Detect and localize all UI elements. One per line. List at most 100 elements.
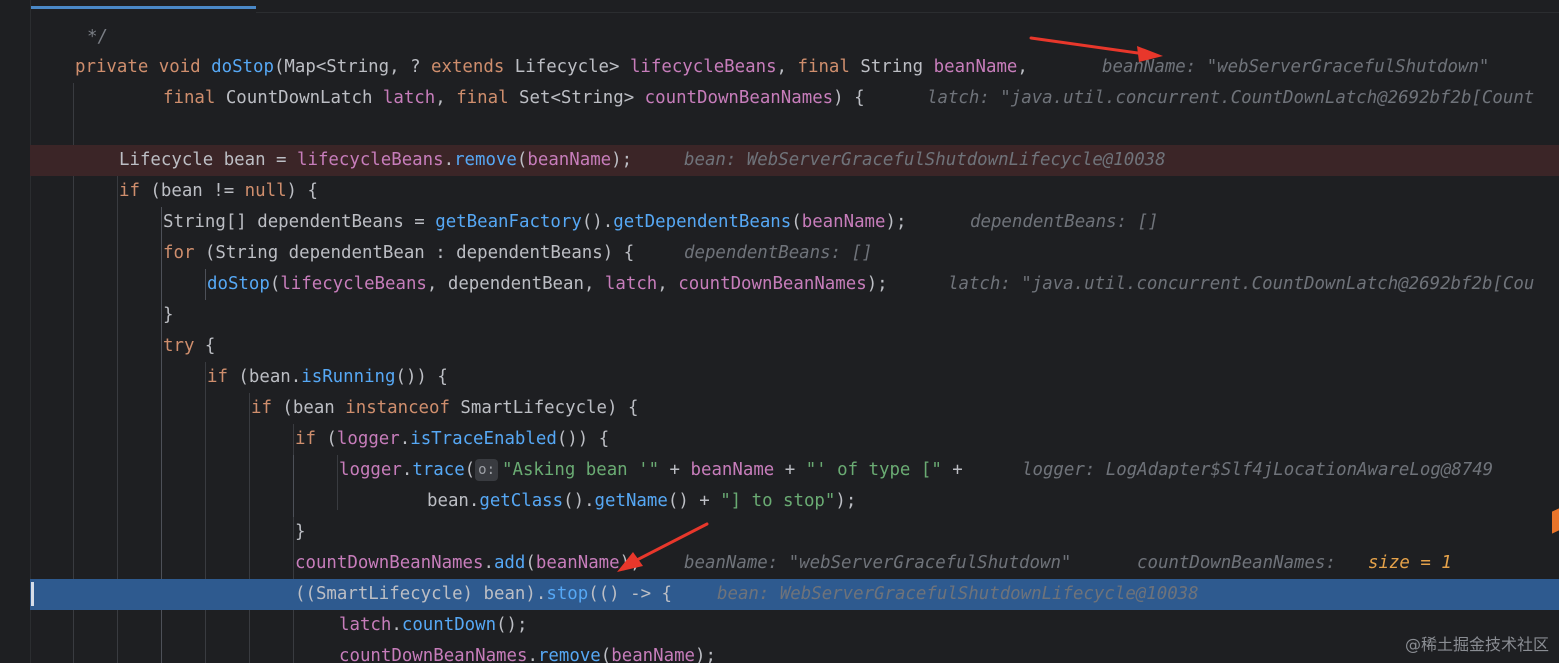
code-token: ( [516, 150, 528, 170]
code-text[interactable]: bean.getClass().getName() + "] to stop")… [427, 486, 856, 517]
code-token: remove [454, 150, 517, 170]
code-token: } [163, 305, 174, 325]
code-token: + [774, 460, 806, 480]
code-text[interactable]: if (bean instanceof SmartLifecycle) { [251, 393, 638, 424]
code-token: for [163, 243, 205, 263]
scrollbar-error-marker[interactable] [1552, 508, 1559, 534]
code-token: beanName [801, 212, 886, 232]
code-token: if [207, 367, 239, 387]
code-text[interactable]: doStop(lifecycleBeans, dependentBean, la… [207, 269, 888, 300]
inline-debug-value: bean: WebServerGracefulShutdownLifecycle… [684, 150, 1166, 170]
code-text[interactable]: */ [87, 22, 108, 53]
inline-debug-value: beanName: "webServerGracefulShutdown" [684, 553, 1072, 573]
code-line[interactable]: doStop(lifecycleBeans, dependentBean, la… [30, 269, 1559, 300]
code-token: (bean != [150, 181, 245, 201]
code-token: lifecycleBeans [297, 150, 444, 170]
code-text[interactable]: countDownBeanNames.add(beanName); [295, 548, 641, 579]
code-line[interactable]: countDownBeanNames.add(beanName); beanNam… [30, 548, 1559, 579]
code-token: ); [611, 150, 633, 170]
code-line-breakpoint[interactable]: Lifecycle bean = lifecycleBeans.remove(b… [30, 145, 1559, 176]
code-token: try [163, 336, 205, 356]
code-line[interactable]: */ [30, 22, 1559, 53]
code-token: ()) { [395, 367, 448, 387]
inline-debug-size: size = 1 [1368, 553, 1452, 573]
code-token: beanName [690, 460, 775, 480]
code-token: (String dependentBean : dependentBeans) … [204, 243, 635, 263]
code-token: lifecycleBeans [629, 57, 777, 77]
line-gutter[interactable] [0, 0, 31, 663]
code-line[interactable]: private void doStop(Map<String, ? extend… [30, 52, 1559, 83]
code-editor[interactable]: */private void doStop(Map<String, ? exte… [0, 0, 1559, 663]
red-arrow-annotation-top [1029, 36, 1163, 62]
code-token: isRunning [301, 367, 396, 387]
code-token: trace [412, 460, 465, 480]
code-line[interactable]: try { [30, 331, 1559, 362]
code-token: countDownBeanNames [295, 553, 484, 573]
code-text[interactable]: latch.countDown(); [339, 610, 528, 641]
code-line[interactable]: } [30, 517, 1559, 548]
code-line[interactable]: latch.countDown(); [30, 610, 1559, 641]
code-token: . [483, 553, 494, 573]
code-text[interactable]: try { [163, 331, 215, 362]
code-line[interactable]: if (bean instanceof SmartLifecycle) { [30, 393, 1559, 424]
code-token: "' of type [" [805, 460, 942, 480]
inline-debug-value: dependentBeans: [] [684, 243, 873, 263]
code-text[interactable]: } [295, 517, 305, 548]
code-token: latch [382, 88, 436, 108]
code-token: ()) { [556, 429, 610, 449]
code-token: add [493, 553, 526, 573]
code-token: ). [525, 584, 547, 604]
code-text[interactable]: if (logger.isTraceEnabled()) { [295, 424, 609, 455]
code-line[interactable]: if (bean.isRunning()) { [30, 362, 1559, 393]
code-line-current[interactable]: ((SmartLifecycle) bean).stop(() -> {bean… [30, 579, 1559, 610]
code-token: String [860, 57, 934, 77]
code-text[interactable]: logger.trace(o: "Asking bean '" + beanNam… [339, 455, 963, 486]
code-line[interactable]: bean.getClass().getName() + "] to stop")… [30, 486, 1559, 517]
inline-debug-value: logger: LogAdapter$Slf4jLocationAwareLog… [1022, 460, 1494, 480]
code-token: ( [464, 460, 476, 480]
code-line[interactable]: final CountDownLatch latch, final Set<St… [30, 83, 1559, 114]
code-line[interactable]: String[] dependentBeans = getBeanFactory… [30, 207, 1559, 238]
red-arrow-annotation-bottom [617, 522, 709, 572]
code-line[interactable]: if (bean != null) { [30, 176, 1559, 207]
code-text[interactable]: for (String dependentBean : dependentBea… [163, 238, 634, 269]
code-token: ); [835, 491, 857, 511]
code-token: "Asking bean '" [502, 460, 660, 480]
code-text[interactable]: final CountDownLatch latch, final Set<St… [163, 83, 865, 114]
code-token: Lifecycle bean = [119, 150, 297, 170]
code-token: . [391, 615, 402, 635]
code-token: ) { [286, 181, 318, 201]
code-text[interactable]: String[] dependentBeans = getBeanFactory… [163, 207, 906, 238]
code-token: remove [537, 646, 601, 663]
code-token: () + [667, 491, 721, 511]
code-text[interactable]: Lifecycle bean = lifecycleBeans.remove(b… [119, 145, 632, 176]
code-token: beanName [527, 150, 612, 170]
code-line[interactable] [30, 114, 1559, 145]
code-text[interactable]: } [163, 300, 173, 331]
code-line[interactable]: for (String dependentBean : dependentBea… [30, 238, 1559, 269]
code-line[interactable]: logger.trace(o: "Asking bean '" + beanNam… [30, 455, 1559, 486]
code-text[interactable]: if (bean.isRunning()) { [207, 362, 448, 393]
code-text[interactable]: countDownBeanNames.remove(beanName); [339, 641, 716, 663]
code-token: SmartLifecycle [315, 584, 463, 604]
code-line[interactable]: countDownBeanNames.remove(beanName); [30, 641, 1559, 663]
code-text[interactable]: if (bean != null) { [119, 176, 318, 207]
code-token: latch [339, 615, 392, 635]
code-token: private void [75, 57, 212, 77]
code-token: (bean. [238, 367, 302, 387]
code-text[interactable]: ((SmartLifecycle) bean).stop(() -> { [295, 579, 672, 610]
code-token: logger [339, 460, 402, 480]
code-token: if [251, 398, 283, 418]
code-token: ( [600, 646, 612, 663]
code-token: getBeanFactory [435, 212, 582, 232]
code-token: if [119, 181, 151, 201]
code-token: (bean [282, 398, 346, 418]
code-line[interactable]: if (logger.isTraceEnabled()) { [30, 424, 1559, 455]
code-token: if [295, 429, 327, 449]
code-token: bean [483, 584, 526, 604]
code-token: (); [496, 615, 528, 635]
code-text[interactable]: private void doStop(Map<String, ? extend… [75, 52, 1028, 83]
code-line[interactable]: } [30, 300, 1559, 331]
code-token: SmartLifecycle) { [460, 398, 639, 418]
code-token: . [399, 429, 411, 449]
